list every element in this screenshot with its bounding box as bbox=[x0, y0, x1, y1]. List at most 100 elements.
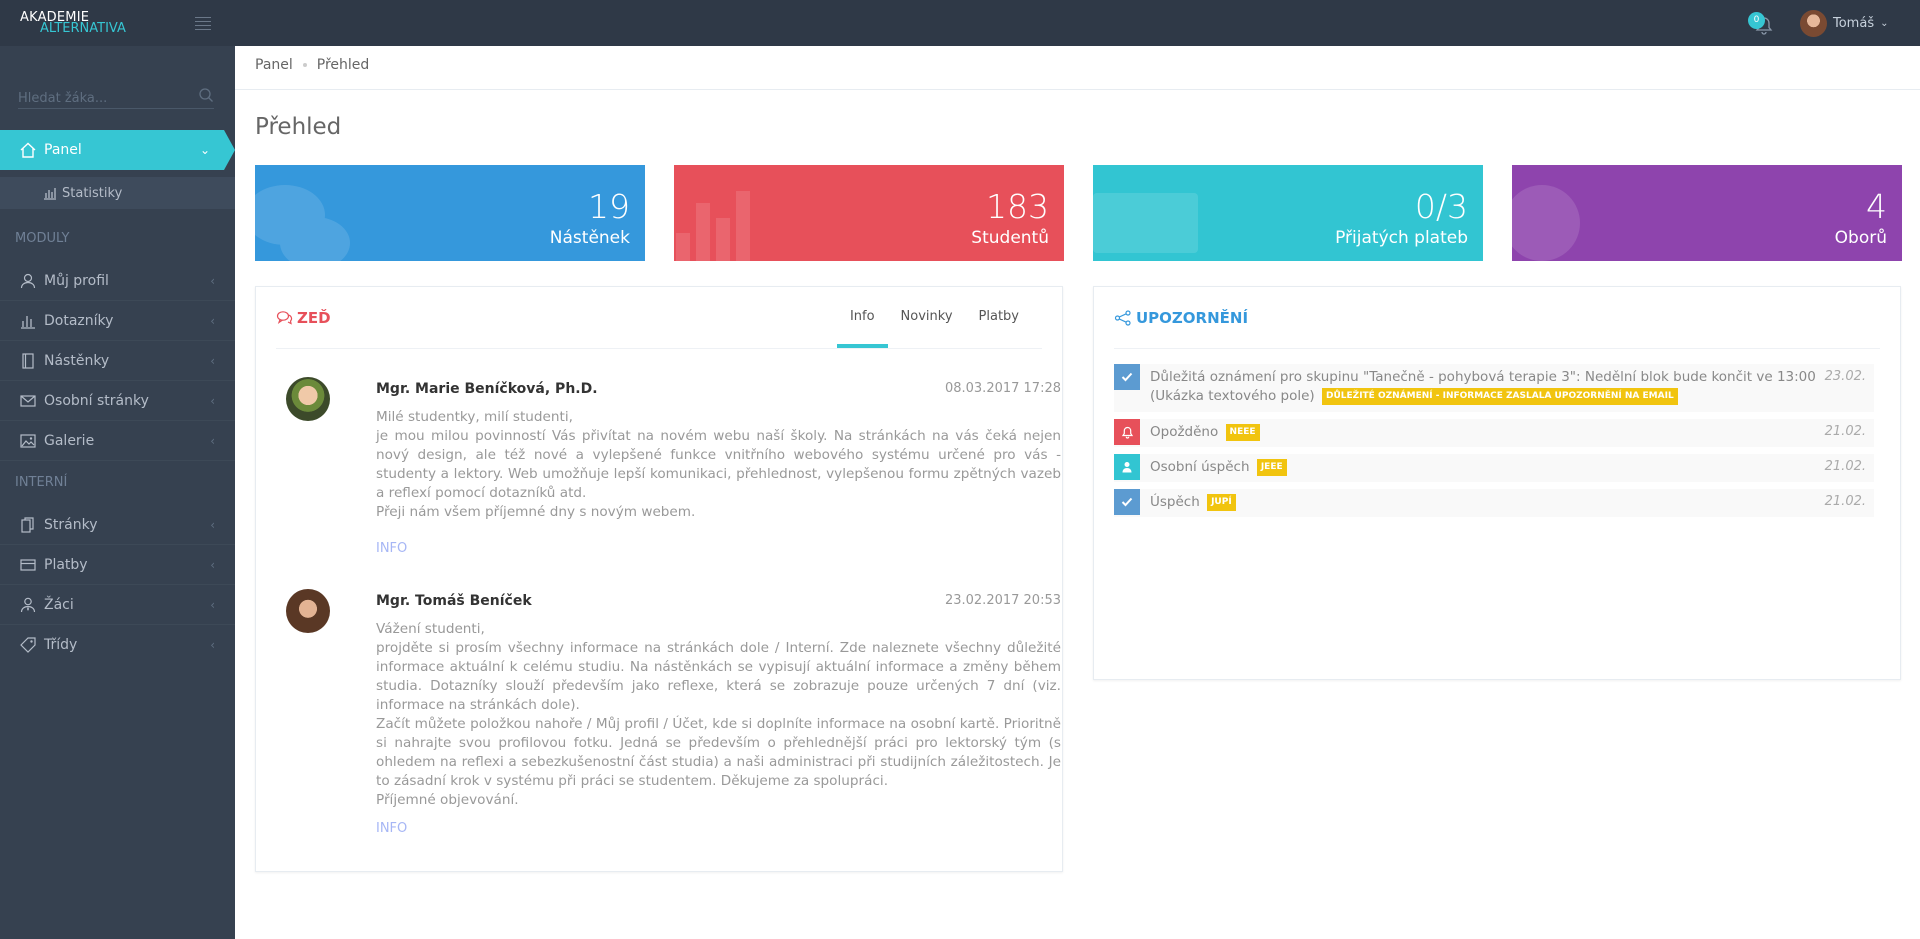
sidebar-item-platby[interactable]: Platby ‹ bbox=[0, 545, 235, 585]
sidebar-item-label: Stránky bbox=[44, 516, 98, 533]
notice-item[interactable]: Opožděno NEEE 21.02. bbox=[1114, 419, 1874, 447]
top-bar: AKADEMIE ALTERNATIVA 0 Tomáš ⌄ bbox=[0, 0, 1920, 46]
chevron-left-icon: ‹ bbox=[210, 433, 215, 448]
chevron-left-icon: ‹ bbox=[210, 557, 215, 572]
sidebar-item-label: Žáci bbox=[44, 596, 74, 613]
wall-title: ZEĎ bbox=[276, 309, 331, 327]
stat-tile-nastenky[interactable]: 19 Nástěnek bbox=[255, 165, 645, 261]
sidebar-item-zaci[interactable]: Žáci ‹ bbox=[0, 585, 235, 625]
stat-tile-studentu[interactable]: 183 Studentů bbox=[674, 165, 1064, 261]
sidebar-item-label: Platby bbox=[44, 556, 88, 573]
sidebar-subitem-statistiky[interactable]: Statistiky bbox=[0, 177, 235, 209]
tab-novinky[interactable]: Novinky bbox=[888, 309, 966, 348]
page-title: Přehled bbox=[255, 114, 342, 140]
menu-toggle-icon[interactable] bbox=[195, 17, 211, 30]
section-label-modules: MODULY bbox=[15, 231, 70, 246]
stat-label: Nástěnek bbox=[549, 228, 630, 248]
chevron-left-icon: ‹ bbox=[210, 393, 215, 408]
chevron-left-icon: ‹ bbox=[210, 597, 215, 612]
search-icon[interactable] bbox=[198, 87, 214, 103]
notices-panel: UPOZORNĚNÍ Důležitá oznámení pro skupinu… bbox=[1093, 286, 1901, 680]
chevron-left-icon: ‹ bbox=[210, 313, 215, 328]
stat-label: Oborů bbox=[1834, 228, 1887, 248]
sidebar-item-tridy[interactable]: Třídy ‹ bbox=[0, 625, 235, 665]
sidebar-item-galerie[interactable]: Galerie ‹ bbox=[0, 421, 235, 461]
chevron-left-icon: ‹ bbox=[210, 353, 215, 368]
notifications-button[interactable]: 0 bbox=[1748, 12, 1773, 36]
post-body: Vážení studenti, projděte si prosím všec… bbox=[376, 620, 1061, 810]
user-icon bbox=[18, 272, 38, 290]
sidebar-item-panel[interactable]: Panel ⌄ bbox=[0, 130, 224, 170]
stat-label: Přijatých plateb bbox=[1335, 228, 1468, 248]
wall-divider bbox=[276, 348, 1042, 349]
logo-line-2: ALTERNATIVA bbox=[40, 21, 126, 36]
sidebar-item-stranky[interactable]: Stránky ‹ bbox=[0, 505, 235, 545]
wall-panel: ZEĎ Info Novinky Platby Mgr. Marie Beníč… bbox=[255, 286, 1063, 872]
notice-badge: JUPÍ bbox=[1207, 493, 1236, 511]
post-tag-link[interactable]: INFO bbox=[376, 821, 407, 836]
breadcrumb-item-current: Přehled bbox=[316, 57, 370, 73]
envelope-icon bbox=[18, 392, 38, 410]
notice-badge: JEEE bbox=[1256, 458, 1287, 476]
wall-tabs: Info Novinky Platby bbox=[836, 309, 1032, 348]
notice-message: Úspěch bbox=[1150, 494, 1200, 510]
notices-divider bbox=[1114, 348, 1880, 349]
user-menu[interactable]: Tomáš ⌄ bbox=[1800, 10, 1888, 37]
stat-tile-platby[interactable]: 0/3 Přijatých plateb bbox=[1093, 165, 1483, 261]
chevron-down-icon: ⌄ bbox=[199, 143, 210, 157]
post-paragraph: Příjemné objevování. bbox=[376, 792, 519, 808]
user-tie-icon bbox=[18, 596, 38, 614]
bar-chart-icon bbox=[42, 184, 58, 202]
credit-card-icon bbox=[18, 556, 38, 574]
post-tag-link[interactable]: INFO bbox=[376, 541, 407, 556]
tab-info[interactable]: Info bbox=[836, 309, 888, 348]
wall-title-text: ZEĎ bbox=[297, 309, 331, 327]
notice-message: Osobní úspěch bbox=[1150, 459, 1250, 475]
globe-icon bbox=[1512, 185, 1580, 261]
tab-platby[interactable]: Platby bbox=[966, 309, 1032, 348]
notice-date: 21.02. bbox=[1824, 494, 1866, 509]
post-paragraph: Milé studentky, milí studenti, bbox=[376, 409, 573, 425]
notice-item[interactable]: Důležitá oznámení pro skupinu "Tanečně -… bbox=[1114, 364, 1874, 412]
sidebar-item-label: Panel bbox=[44, 142, 82, 158]
user-avatar bbox=[1800, 10, 1827, 37]
search-input[interactable] bbox=[18, 91, 188, 106]
notice-item[interactable]: Úspěch JUPÍ 21.02. bbox=[1114, 489, 1874, 517]
bar-chart-icon bbox=[18, 312, 38, 330]
user-icon bbox=[1114, 454, 1140, 480]
notice-text: Důležitá oznámení pro skupinu "Tanečně -… bbox=[1150, 364, 1825, 406]
sidebar-item-label: Osobní stránky bbox=[44, 392, 149, 409]
comments-icon bbox=[276, 311, 293, 325]
documents-icon bbox=[18, 516, 38, 534]
notices-title: UPOZORNĚNÍ bbox=[1114, 309, 1248, 327]
notice-text: Úspěch JUPÍ bbox=[1150, 489, 1825, 512]
check-icon bbox=[1114, 489, 1140, 515]
bell-icon bbox=[1114, 419, 1140, 445]
stat-value: 183 bbox=[986, 187, 1049, 226]
author-avatar[interactable] bbox=[286, 377, 330, 421]
sidebar-item-muj-profil[interactable]: Můj profil ‹ bbox=[0, 261, 235, 301]
wall-post: Mgr. Tomáš Beníček 23.02.2017 20:53 Váže… bbox=[286, 589, 1061, 849]
notice-text: Opožděno NEEE bbox=[1150, 419, 1825, 442]
notices-title-text: UPOZORNĚNÍ bbox=[1136, 309, 1249, 327]
breadcrumb: Panel Přehled bbox=[255, 57, 369, 73]
sidebar-item-osobni-stranky[interactable]: Osobní stránky ‹ bbox=[0, 381, 235, 421]
notice-item[interactable]: Osobní úspěch JEEE 21.02. bbox=[1114, 454, 1874, 482]
post-paragraph: Přeji nám všem příjemné dny s novým webe… bbox=[376, 504, 696, 520]
post-author[interactable]: Mgr. Tomáš Beníček bbox=[376, 593, 532, 609]
post-author[interactable]: Mgr. Marie Beníčková, Ph.D. bbox=[376, 381, 598, 397]
sidebar-subitem-label: Statistiky bbox=[62, 185, 123, 201]
sidebar-item-dotazniky[interactable]: Dotazníky ‹ bbox=[0, 301, 235, 341]
stat-value: 0/3 bbox=[1414, 187, 1468, 226]
breadcrumb-item-panel[interactable]: Panel bbox=[255, 57, 293, 73]
sidebar-item-nastenky[interactable]: Nástěnky ‹ bbox=[0, 341, 235, 381]
author-avatar[interactable] bbox=[286, 589, 330, 633]
logo[interactable]: AKADEMIE ALTERNATIVA bbox=[20, 11, 126, 36]
image-icon bbox=[18, 432, 38, 450]
section-label-internal: INTERNÍ bbox=[15, 475, 68, 490]
check-icon bbox=[1114, 364, 1140, 390]
stat-tile-obory[interactable]: 4 Oborů bbox=[1512, 165, 1902, 261]
sidebar-item-label: Dotazníky bbox=[44, 312, 114, 329]
chevron-left-icon: ‹ bbox=[210, 517, 215, 532]
post-date: 23.02.2017 20:53 bbox=[944, 593, 1061, 608]
